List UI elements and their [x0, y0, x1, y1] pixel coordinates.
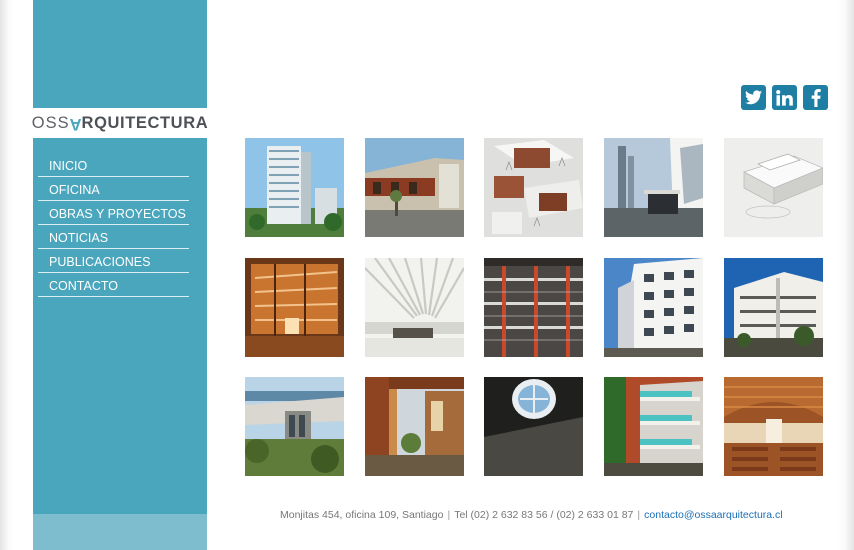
project-thumbnail[interactable] — [484, 258, 583, 357]
nav-item-publicaciones[interactable]: PUBLICACIONES — [38, 249, 189, 273]
project-thumbnail[interactable] — [245, 138, 344, 237]
project-thumbnail[interactable] — [604, 258, 703, 357]
sidebar-header-block — [33, 0, 207, 108]
footer-separator: | — [637, 509, 641, 521]
project-thumbnail[interactable] — [365, 377, 464, 476]
project-thumbnail[interactable] — [365, 258, 464, 357]
footer-email-link[interactable]: contacto@ossaarquitectura.cl — [644, 509, 782, 521]
page-shadow-right — [838, 0, 854, 550]
page-shadow-left — [0, 0, 14, 550]
project-thumbnail[interactable] — [724, 138, 823, 237]
project-thumbnail[interactable] — [245, 377, 344, 476]
nav-item-noticias[interactable]: NOTICIAS — [38, 225, 189, 249]
site-footer: Monjitas 454, oficina 109, Santiago | Tel … — [280, 509, 783, 521]
project-thumbnail[interactable] — [604, 377, 703, 476]
nav-item-oficina[interactable]: OFICINA — [38, 177, 189, 201]
social-links — [741, 85, 828, 110]
main-nav: INICIO OFICINA OBRAS Y PROYECTOS NOTICIA… — [33, 138, 207, 514]
footer-address: Monjitas 454, oficina 109, Santiago — [280, 509, 444, 521]
logo-text-a: A — [69, 114, 82, 133]
project-thumbnail[interactable] — [724, 377, 823, 476]
logo-text-rquitectura: RQUITECTURA — [81, 113, 209, 132]
nav-item-obras-y-proyectos[interactable]: OBRAS Y PROYECTOS — [38, 201, 189, 225]
project-thumbnail[interactable] — [484, 138, 583, 237]
project-thumbnail[interactable] — [604, 138, 703, 237]
site-logo[interactable]: OSS A RQUITECTURA — [31, 108, 209, 138]
project-thumbnail[interactable] — [724, 258, 823, 357]
facebook-icon[interactable] — [803, 85, 828, 110]
footer-separator: | — [447, 509, 451, 521]
footer-phone: Tel (02) 2 632 83 56 / (02) 2 633 01 87 — [454, 509, 634, 521]
project-thumbnail[interactable] — [365, 138, 464, 237]
project-thumbnail[interactable] — [245, 258, 344, 357]
nav-item-contacto[interactable]: CONTACTO — [38, 273, 189, 297]
linkedin-icon[interactable] — [772, 85, 797, 110]
twitter-icon[interactable] — [741, 85, 766, 110]
sidebar-footer-block — [33, 514, 207, 550]
logo-text-oss: OSS — [31, 113, 70, 132]
nav-item-inicio[interactable]: INICIO — [38, 153, 189, 177]
sidebar: OSS A RQUITECTURA INICIO OFICINA OBRAS Y P… — [31, 0, 209, 550]
project-thumbnail[interactable] — [484, 377, 583, 476]
